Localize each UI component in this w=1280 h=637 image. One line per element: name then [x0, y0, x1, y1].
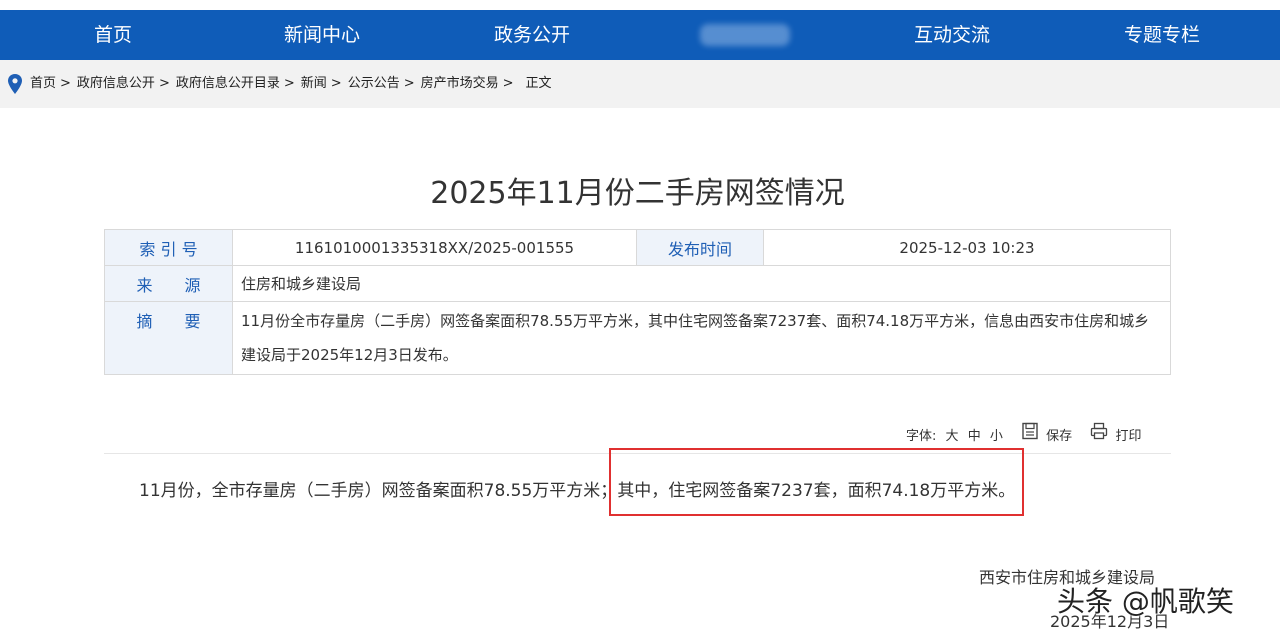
summary-line-1: 11月份全市存量房（二手房）网签备案面积78.55万平方米，其中住宅网签备案72… — [241, 312, 1150, 330]
index-value: 1161010001335318XX/2025-001555 — [232, 229, 637, 266]
page-title: 2025年11月份二手房网签情况 — [430, 176, 845, 211]
body-text-part-1: 11月份，全市存量房（二手房）网签备案面积78.55万平方米； — [139, 481, 618, 501]
source-value: 住房和城乡建设局 — [232, 265, 1171, 302]
index-label: 索 引 号 — [104, 229, 233, 266]
top-strip — [0, 0, 1280, 10]
location-pin-icon — [8, 74, 22, 94]
breadcrumb-home[interactable]: 首页 — [30, 76, 56, 91]
font-size-small[interactable]: 小 — [990, 426, 1003, 448]
source-label: 来 源 — [104, 265, 233, 302]
breadcrumb-gov-info[interactable]: 政府信息公开 — [77, 76, 155, 91]
font-size-medium[interactable]: 中 — [968, 426, 981, 448]
breadcrumb-separator: > — [330, 76, 342, 91]
nav-item-news-center[interactable]: 新闻中心 — [262, 10, 382, 60]
summary-value: 11月份全市存量房（二手房）网签备案面积78.55万平方米，其中住宅网签备案72… — [232, 301, 1171, 375]
watermark: 头条 @帆歌笑 — [1057, 585, 1234, 618]
nav-item-interaction[interactable]: 互动交流 — [892, 10, 1012, 60]
nav-item-home[interactable]: 首页 — [63, 10, 163, 60]
highlight-annotation-box — [609, 448, 1024, 516]
publish-time-label: 发布时间 — [636, 229, 764, 266]
breadcrumb-bar: 首页 > 政府信息公开 > 政府信息公开目录 > 新闻 > 公示公告 > 房产市场交易 > 正文 — [0, 60, 1280, 108]
breadcrumb-news[interactable]: 新闻 — [301, 76, 327, 91]
breadcrumb-announcements[interactable]: 公示公告 — [348, 76, 400, 91]
breadcrumb-separator: > — [502, 76, 514, 91]
breadcrumb-housing-market[interactable]: 房产市场交易 — [421, 76, 499, 91]
save-button[interactable]: 保存 — [1046, 426, 1072, 448]
breadcrumb-separator: > — [403, 76, 415, 91]
summary-label: 摘 要 — [104, 301, 233, 375]
info-table: 索 引 号 1161010001335318XX/2025-001555 发布时… — [104, 229, 1171, 375]
breadcrumb-separator: > — [283, 76, 295, 91]
summary-line-2: 建设局于2025年12月3日发布。 — [241, 346, 458, 364]
breadcrumb-gov-info-catalog[interactable]: 政府信息公开目录 — [176, 76, 280, 91]
print-button[interactable]: 打印 — [1115, 426, 1141, 448]
font-size-label: 字体: — [906, 428, 937, 444]
nav-item-special-topics[interactable]: 专题专栏 — [1102, 10, 1222, 60]
breadcrumb: 首页 > 政府信息公开 > 政府信息公开目录 > 新闻 > 公示公告 > 房产市场交易 > 正文 — [30, 60, 552, 108]
publish-time-value: 2025-12-03 10:23 — [763, 229, 1171, 266]
article-tools: 字体: 大 中 小 保存 打印 — [906, 422, 1141, 444]
breadcrumb-separator: > — [60, 76, 71, 91]
breadcrumb-separator: > — [158, 76, 170, 91]
font-size-large[interactable]: 大 — [946, 426, 959, 448]
breadcrumb-current: 正文 — [525, 76, 552, 91]
nav-item-gov-affairs[interactable]: 政务公开 — [472, 10, 592, 60]
save-icon[interactable] — [1021, 422, 1039, 440]
main-nav: 首页 新闻中心 政务公开 互动交流 专题专栏 — [0, 10, 1280, 60]
print-icon[interactable] — [1090, 422, 1108, 440]
nav-item-blurred[interactable] — [700, 24, 790, 46]
